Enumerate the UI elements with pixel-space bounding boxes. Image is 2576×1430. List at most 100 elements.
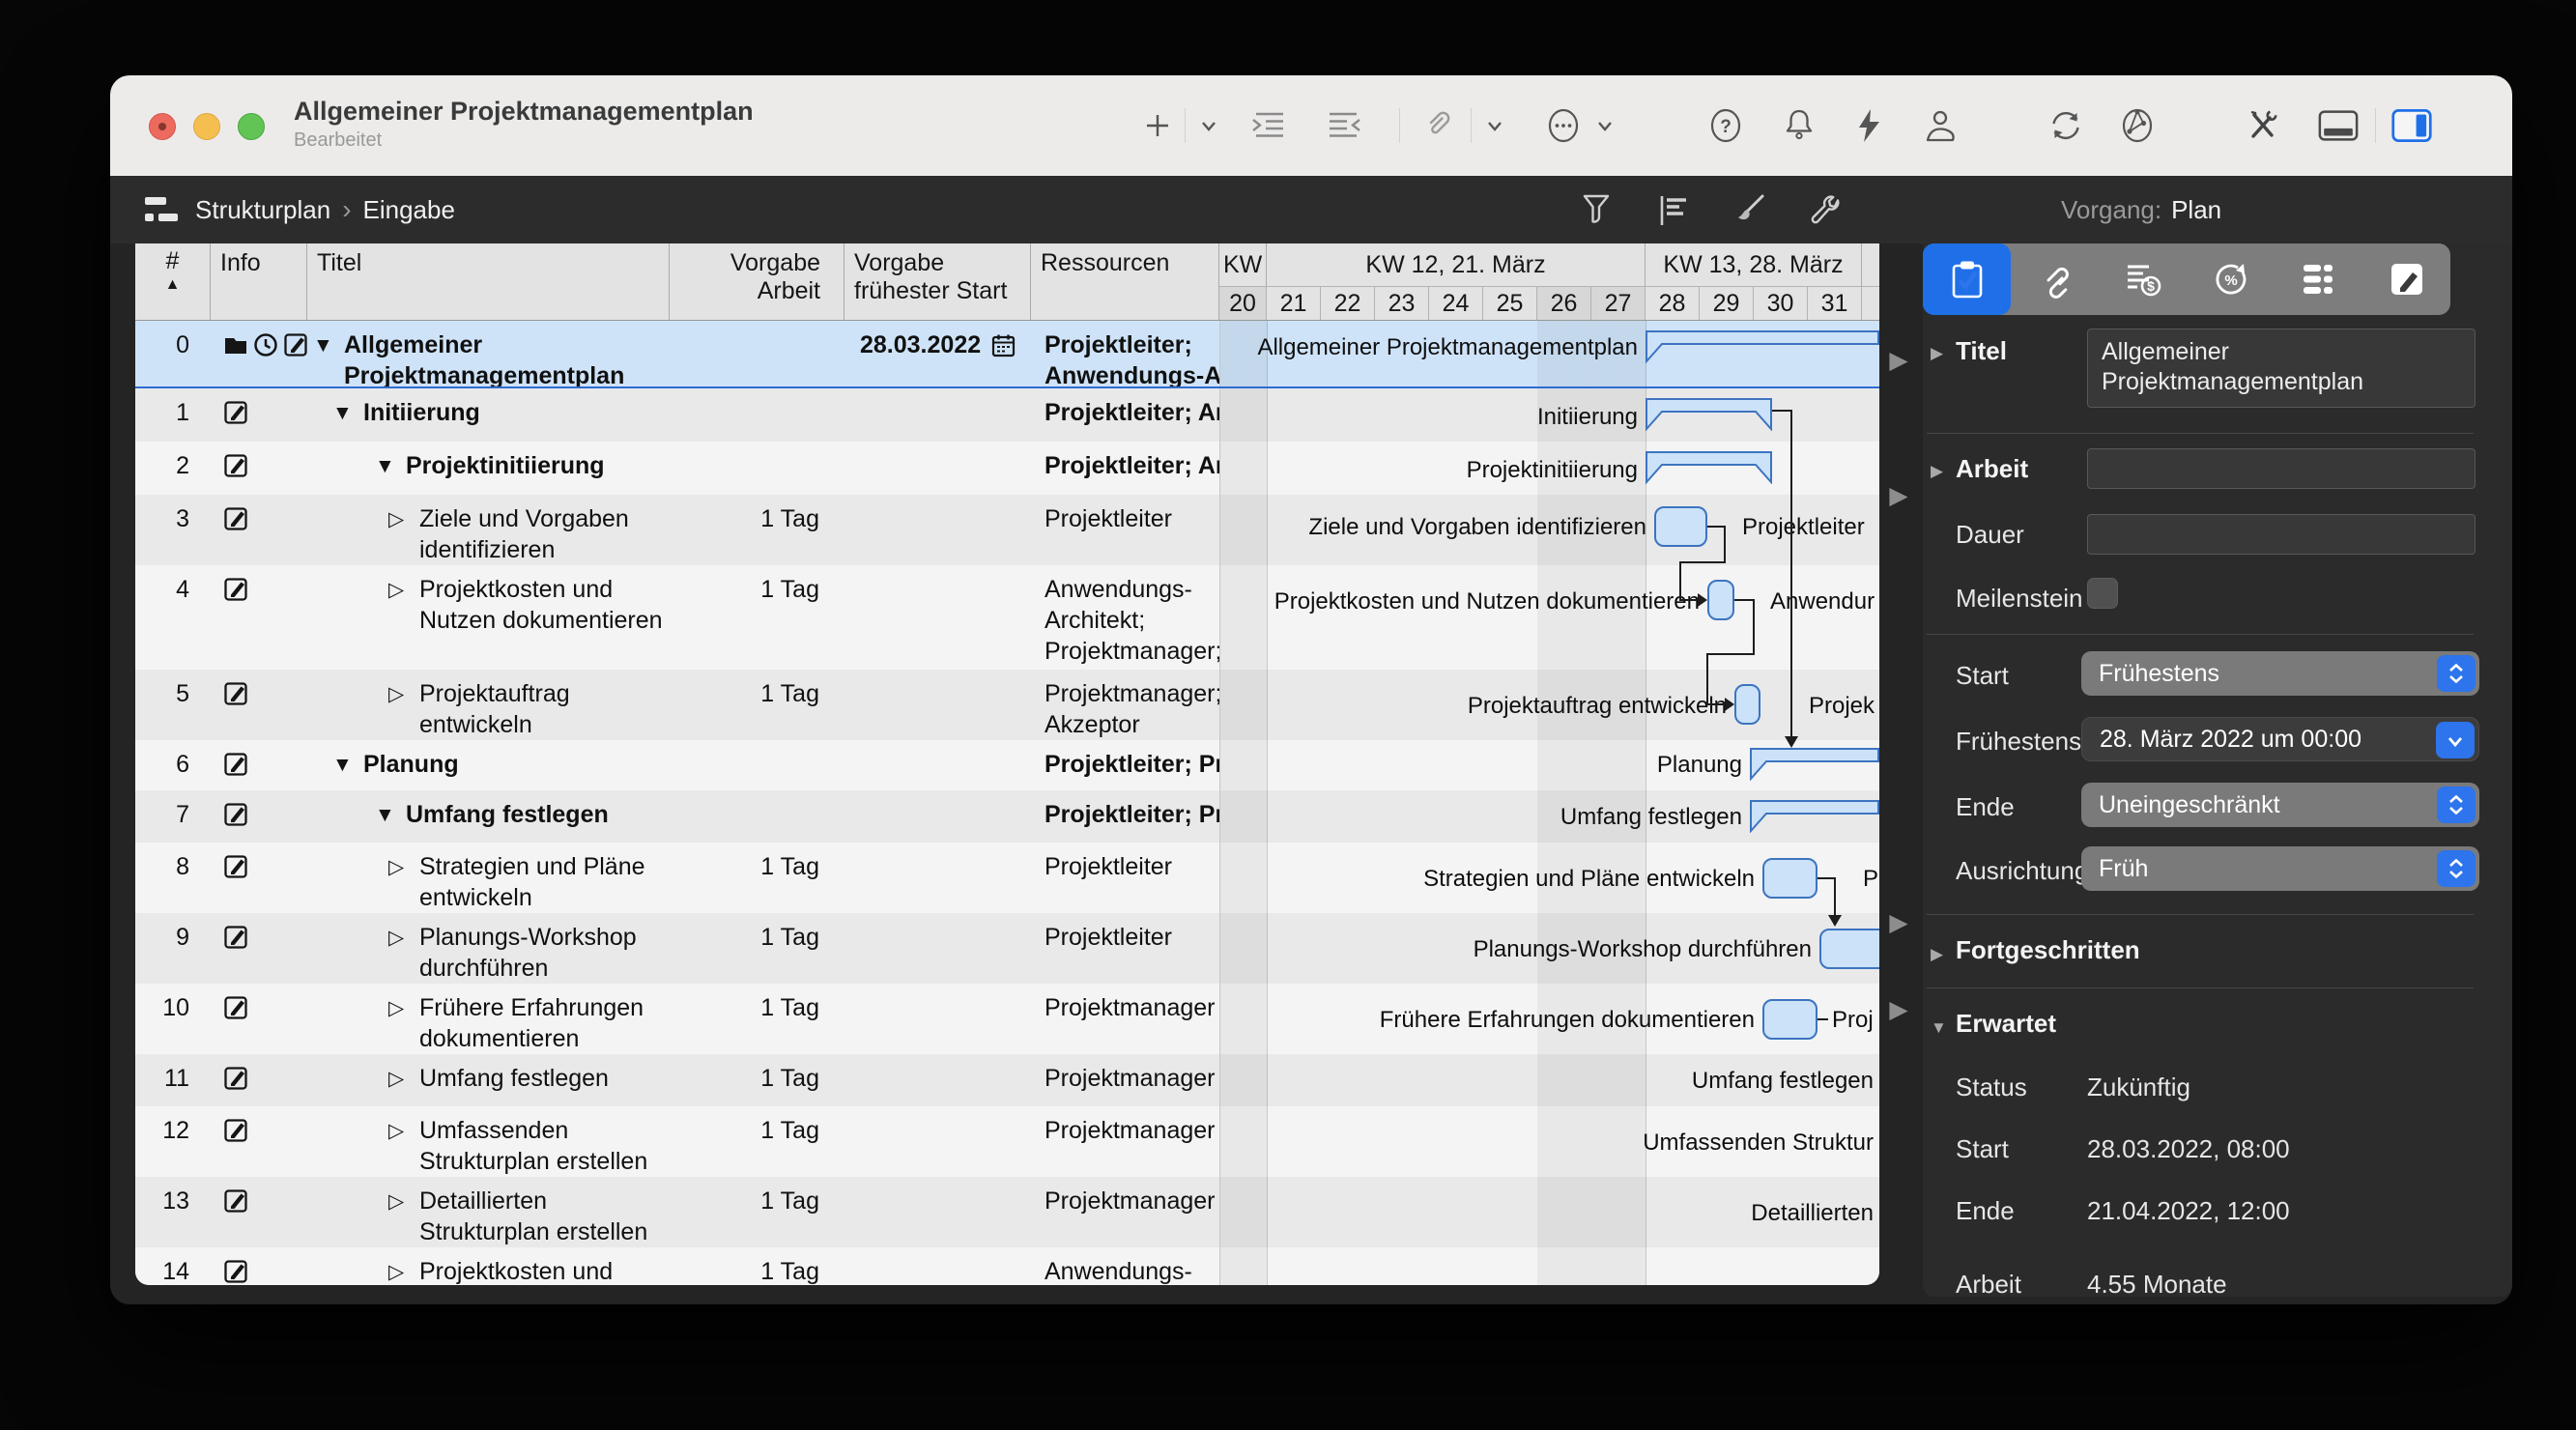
attachment-dropdown-button[interactable]: [1480, 104, 1509, 147]
gantt-summary-bar[interactable]: [1646, 451, 1772, 484]
disclosure-icon[interactable]: ▶: [1931, 945, 1943, 964]
task-title-cell[interactable]: ▷Frühere Erfahrungen dokumentieren: [307, 984, 670, 1054]
gantt-task-bar[interactable]: [1819, 929, 1879, 969]
work-value[interactable]: [670, 790, 844, 843]
note-icon[interactable]: [222, 1117, 249, 1144]
gantt-summary-bar[interactable]: [1646, 398, 1772, 431]
collapse-icon[interactable]: ▼: [375, 799, 406, 831]
disclosure-icon[interactable]: ▼: [1931, 1018, 1947, 1038]
work-input[interactable]: [2087, 448, 2476, 489]
expand-icon[interactable]: ▷: [388, 574, 419, 606]
calendar-header[interactable]: KWKW 12, 21. MärzKW 13, 28. März 2021222…: [1219, 243, 1879, 320]
section-advanced-label[interactable]: Fortgeschritten: [1956, 935, 2140, 965]
tab-progress[interactable]: %: [2187, 243, 2275, 315]
title-input[interactable]: Allgemeiner Projektmanagementplan: [2087, 329, 2476, 408]
note-icon[interactable]: [222, 1065, 249, 1092]
note-icon[interactable]: [222, 801, 249, 828]
table-row[interactable]: 9▷Planungs-Workshop durchführen1 TagProj…: [135, 913, 1879, 984]
folder-icon[interactable]: [222, 331, 249, 358]
task-title-cell[interactable]: ▼Umfang festlegen: [307, 790, 670, 843]
attachment-button[interactable]: [1417, 104, 1459, 147]
earliest-start-cell[interactable]: [844, 565, 1031, 670]
task-title-cell[interactable]: ▷Projektkosten und Nutzen dokumentieren: [307, 1247, 670, 1285]
task-title-cell[interactable]: ▼Projektinitiierung: [307, 442, 670, 495]
gantt-summary-bar[interactable]: [1750, 800, 1879, 833]
breadcrumb-page[interactable]: Eingabe: [363, 195, 455, 225]
gantt-summary-bar[interactable]: [1646, 330, 1879, 363]
outdent-button[interactable]: [1324, 104, 1366, 147]
tab-links[interactable]: [2011, 243, 2099, 315]
sync-icon[interactable]: [2045, 104, 2087, 147]
table-row[interactable]: 13▷Detaillierten Strukturplan erstellen1…: [135, 1177, 1879, 1247]
gantt-summary-bar[interactable]: [1750, 748, 1879, 781]
gantt-task-bar[interactable]: [1707, 580, 1734, 620]
note-icon[interactable]: [222, 751, 249, 778]
resources-value[interactable]: Anwendungs- Architekt; Projektmanager;: [1031, 565, 1219, 670]
collapse-icon[interactable]: ▼: [332, 397, 363, 429]
work-value[interactable]: 1 Tag: [670, 1177, 844, 1247]
collapse-icon[interactable]: ▼: [375, 450, 406, 482]
earliest-start-cell[interactable]: [844, 790, 1031, 843]
column-header-resources[interactable]: Ressourcen: [1031, 243, 1219, 320]
earliest-start-cell[interactable]: [844, 442, 1031, 495]
work-value[interactable]: [670, 442, 844, 495]
task-title-cell[interactable]: ▼Allgemeiner Projektmanagementplan: [307, 321, 670, 386]
table-row[interactable]: 14▷Projektkosten und Nutzen dokumentiere…: [135, 1247, 1879, 1285]
earliest-start-cell[interactable]: [844, 843, 1031, 913]
expand-icon[interactable]: ▷: [388, 1115, 419, 1147]
table-row[interactable]: 0▼Allgemeiner Projektmanagementplan28.03…: [135, 321, 1879, 388]
disclosure-icon[interactable]: ▶: [1931, 344, 1943, 363]
add-button[interactable]: [1136, 104, 1179, 147]
work-value[interactable]: [670, 740, 844, 790]
note-icon[interactable]: [282, 331, 307, 358]
table-row[interactable]: 5▷Projektauftrag entwickeln1 TagProjektm…: [135, 670, 1879, 740]
work-value[interactable]: 1 Tag: [670, 495, 844, 565]
task-title-cell[interactable]: ▼Planung: [307, 740, 670, 790]
note-icon[interactable]: [222, 452, 249, 479]
table-row[interactable]: 1▼InitiierungProjektleiter; AnInitiierun…: [135, 388, 1879, 442]
task-title-cell[interactable]: ▷Planungs-Workshop durchführen: [307, 913, 670, 984]
work-value[interactable]: [670, 321, 844, 386]
gantt-task-bar[interactable]: [1762, 999, 1818, 1040]
more-actions-button[interactable]: [1542, 104, 1585, 147]
work-value[interactable]: 1 Tag: [670, 1054, 844, 1106]
resources-value[interactable]: Projektleiter; Anwendungs-Ar: [1031, 321, 1219, 386]
resources-value[interactable]: Projektleiter: [1031, 843, 1219, 913]
more-dropdown-button[interactable]: [1590, 104, 1619, 147]
work-value[interactable]: 1 Tag: [670, 984, 844, 1054]
clock-icon[interactable]: [252, 331, 279, 358]
earliest-start-cell[interactable]: [844, 1054, 1031, 1106]
breadcrumb-view[interactable]: Strukturplan: [195, 195, 330, 225]
earliest-start-cell[interactable]: [844, 1177, 1031, 1247]
tab-notes[interactable]: [2362, 243, 2450, 315]
task-title-cell[interactable]: ▷Umfassenden Strukturplan erstellen: [307, 1106, 670, 1177]
close-button[interactable]: [149, 113, 176, 140]
tools-icon[interactable]: [2242, 104, 2284, 147]
resources-value[interactable]: Projektleiter; An: [1031, 388, 1219, 442]
notifications-icon[interactable]: [1778, 104, 1820, 147]
task-title-cell[interactable]: ▷Projektkosten und Nutzen dokumentieren: [307, 565, 670, 670]
expand-icon[interactable]: ▷: [388, 922, 419, 954]
table-row[interactable]: 2▼ProjektinitiierungProjektleiter; AnPro…: [135, 442, 1879, 495]
note-icon[interactable]: [222, 505, 249, 532]
network-icon[interactable]: [2116, 104, 2159, 147]
earliest-start-cell[interactable]: [844, 388, 1031, 442]
resources-value[interactable]: Projektmanager: [1031, 1106, 1219, 1177]
user-icon[interactable]: [1919, 104, 1961, 147]
task-title-cell[interactable]: ▷Strategien und Pläne entwickeln: [307, 843, 670, 913]
expand-icon[interactable]: ▷: [388, 1063, 419, 1095]
resources-value[interactable]: Projektleiter; Pr: [1031, 790, 1219, 843]
activity-icon[interactable]: [1847, 104, 1890, 147]
table-row[interactable]: 7▼Umfang festlegenProjektleiter; PrUmfan…: [135, 790, 1879, 843]
note-icon[interactable]: [222, 399, 249, 426]
expand-icon[interactable]: ▷: [388, 851, 419, 883]
task-title-cell[interactable]: ▷Ziele und Vorgaben identifizieren: [307, 495, 670, 565]
filter-icon[interactable]: [1575, 189, 1617, 232]
format-icon[interactable]: [1652, 189, 1695, 232]
note-icon[interactable]: [222, 1258, 249, 1285]
start-popup[interactable]: Frühestens: [2081, 651, 2479, 696]
earliest-start-cell[interactable]: [844, 740, 1031, 790]
work-value[interactable]: 1 Tag: [670, 565, 844, 670]
resources-value[interactable]: Projektmanager; Akzeptor: [1031, 670, 1219, 740]
column-header-info[interactable]: Info: [211, 243, 307, 320]
